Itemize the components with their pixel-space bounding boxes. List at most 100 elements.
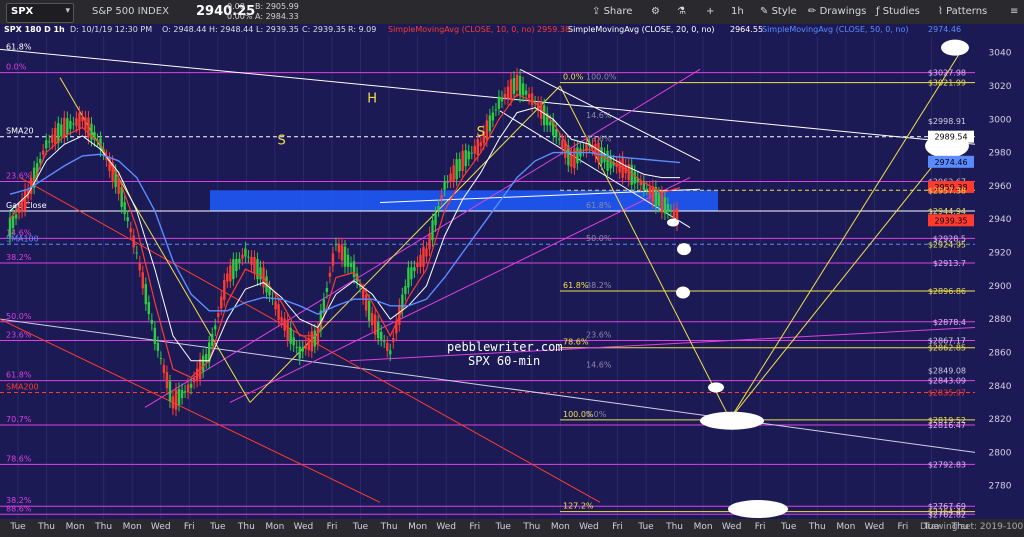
- candle-body: [289, 327, 292, 344]
- sma50-value: 2974.46: [928, 25, 962, 34]
- patterns-button[interactable]: ⌇ Patterns: [938, 4, 987, 20]
- candle-body: [72, 123, 75, 125]
- candle-body: [428, 233, 431, 250]
- time-tick-label: Wed: [864, 522, 885, 532]
- time-tick-label: Fri: [469, 522, 481, 532]
- price-tick-label: 3040: [989, 49, 1012, 59]
- studies-icon: ƒ: [876, 6, 880, 17]
- candle-body: [672, 209, 676, 218]
- candle-body: [280, 317, 283, 322]
- level-value-label: $2849.08: [928, 367, 966, 376]
- add-button[interactable]: +: [706, 4, 714, 20]
- candle-body: [404, 285, 407, 294]
- style-button[interactable]: ✎ Style: [760, 4, 797, 20]
- candle-body: [180, 390, 184, 399]
- candle-body: [343, 246, 347, 267]
- candle-body: [156, 342, 160, 351]
- price-flag-label: 2974.46: [934, 158, 967, 167]
- bar-close: C: 2939.35: [302, 25, 346, 34]
- price-change-pct: 0.00%: [227, 12, 253, 21]
- candle-body: [84, 117, 87, 130]
- candle-body: [373, 314, 377, 335]
- candle-body: [370, 313, 374, 326]
- bid-price: B: 2905.99: [255, 2, 299, 11]
- candle-body: [120, 187, 123, 207]
- candle-body: [455, 159, 458, 180]
- time-tick-label: Mon: [265, 522, 285, 532]
- candle-body: [283, 318, 286, 331]
- price-chart[interactable]: 0.0%0.0%SMA2023.6%Gap Close14.6%SMA10038…: [0, 36, 1024, 519]
- fib-label: 100.0%: [586, 73, 617, 82]
- sma50-legend[interactable]: SimpleMovingAvg (CLOSE, 50, 0, no): [762, 25, 909, 34]
- time-tick-label: Fri: [326, 522, 338, 532]
- candle-body: [452, 165, 455, 182]
- pattern-label: H: [367, 92, 377, 107]
- candle-body: [298, 346, 301, 359]
- candle-body: [464, 150, 467, 167]
- candle-body: [407, 267, 410, 288]
- drawings-button[interactable]: ✏ Drawings: [808, 4, 866, 20]
- candle-body: [364, 294, 368, 311]
- symbol-input[interactable]: SPX ▾: [6, 3, 74, 23]
- candle-body: [165, 372, 169, 389]
- level-label: 23.6%: [6, 171, 32, 180]
- bar-date: D: 10/1/19 12:30 PM: [70, 25, 153, 34]
- candle-body: [346, 254, 350, 267]
- chevron-down-icon[interactable]: ▾: [65, 6, 70, 16]
- candle-body: [235, 259, 238, 272]
- sma20-legend[interactable]: SimpleMovingAvg (CLOSE, 20, 0, no): [568, 25, 715, 34]
- candle-body: [376, 322, 380, 339]
- level-value-label: $2878.4: [933, 318, 966, 327]
- time-tick-label: Tue: [10, 522, 26, 532]
- style-label: Style: [771, 6, 797, 17]
- level-value-label: $3021.99: [928, 79, 966, 88]
- settings-button[interactable]: ⚙: [651, 4, 660, 20]
- time-tick-label: Wed: [150, 522, 171, 532]
- level-value-label: $2896.86: [928, 287, 966, 296]
- level-label: 78.6%: [6, 454, 32, 463]
- level-value-label: $2792.83: [928, 460, 966, 469]
- candle-body: [69, 120, 72, 129]
- time-tick-label: Thu: [380, 522, 398, 532]
- pattern-label: S: [477, 125, 485, 140]
- interval-select[interactable]: 1h: [731, 4, 744, 20]
- level-label: 0.0%: [6, 63, 27, 72]
- candle-body: [328, 272, 332, 277]
- candle-body: [561, 140, 564, 149]
- sma10-legend[interactable]: SimpleMovingAvg (CLOSE, 10, 0, no): [388, 25, 535, 34]
- price-tick-label: 3000: [989, 115, 1012, 125]
- level-label: 127.2%: [563, 502, 594, 511]
- candle-body: [669, 210, 673, 212]
- candle-body: [449, 173, 452, 182]
- toolbar: SPX ▾ S&P 500 INDEX 2940.25 0.00 0.00% B…: [0, 0, 1024, 25]
- share-button[interactable]: ⇪ Share: [592, 4, 632, 20]
- more-menu-button[interactable]: ≡: [1010, 4, 1018, 20]
- alert-button[interactable]: ⚗: [677, 4, 686, 20]
- candle-body: [419, 254, 422, 267]
- level-value-label: $2835.97: [928, 388, 966, 397]
- candle-body: [476, 139, 479, 156]
- watermark-site: pebblewriter.com: [447, 340, 563, 354]
- candle-body: [503, 93, 507, 98]
- pencil-icon: ✏: [808, 6, 817, 17]
- level-label: SMA200: [6, 382, 39, 391]
- menu-icon: ≡: [1010, 6, 1019, 17]
- target-ellipse: [667, 218, 679, 227]
- fib-label: 14.6%: [586, 361, 612, 370]
- candle-body: [521, 83, 525, 96]
- candle-body: [11, 215, 15, 228]
- candle-body: [63, 117, 66, 138]
- time-tick-label: Mon: [550, 522, 570, 532]
- candle-body: [573, 148, 576, 169]
- candle-body: [467, 151, 470, 160]
- candle-body: [367, 300, 371, 321]
- fib-label: 61.8%: [586, 201, 612, 210]
- time-tick-label: Thu: [95, 522, 113, 532]
- level-label: 0.0%: [563, 73, 584, 82]
- level-label: SMA20: [6, 127, 34, 136]
- candle-body: [301, 347, 304, 352]
- candle-body: [494, 109, 498, 111]
- candle-body: [244, 248, 247, 257]
- target-ellipse: [708, 382, 724, 393]
- studies-button[interactable]: ƒ Studies: [876, 4, 920, 20]
